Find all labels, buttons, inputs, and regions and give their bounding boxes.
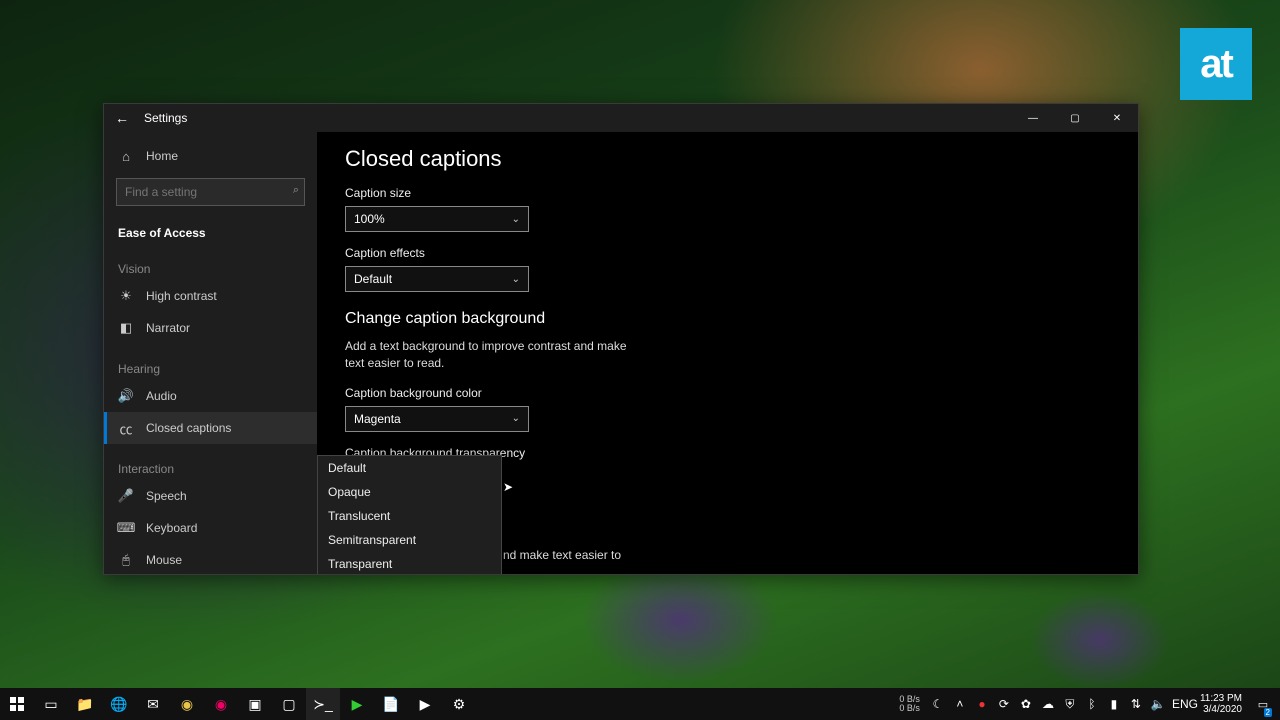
bg-transparency-dropdown[interactable]: Default Opaque Translucent Semitranspare… — [317, 455, 502, 574]
tray-battery-icon[interactable]: ▮ — [1106, 697, 1122, 711]
taskbar-app-generic1[interactable]: ▣ — [238, 688, 272, 720]
sidebar: ⌂ Home ⌕ Ease of Access Vision ☀ High co… — [104, 132, 317, 574]
content-pane: Closed captions Caption size 100% ⌄ Capt… — [317, 132, 1138, 574]
taskbar-app-ide[interactable]: ▶ — [340, 688, 374, 720]
tray-wifi-icon[interactable]: ⇅ — [1128, 697, 1144, 711]
system-tray: 0 B/s0 B/s ☾ ˄ ● ⟳ ✿ ☁ ⛨ ᛒ ▮ ⇅ 🔈 ENG 11:… — [891, 690, 1280, 718]
settings-window: ← Settings — ▢ ✕ ⌂ Home ⌕ Ease of Access… — [103, 103, 1139, 575]
network-stats[interactable]: 0 B/s0 B/s — [899, 695, 924, 713]
taskbar-clock[interactable]: 11:23 PM3/4/2020 — [1194, 693, 1248, 715]
window-controls: — ▢ ✕ — [1012, 104, 1138, 132]
narrator-icon: ◧ — [118, 320, 134, 336]
tray-app-icon[interactable]: ✿ — [1018, 697, 1034, 711]
sidebar-item-label: Audio — [146, 389, 177, 403]
bg-color-value: Magenta — [354, 412, 401, 426]
sidebar-item-keyboard[interactable]: ⌨ Keyboard — [104, 512, 317, 544]
sidebar-item-label: Mouse — [146, 553, 182, 567]
chevron-down-icon: ⌄ — [512, 214, 520, 225]
speech-icon: 🎤 — [118, 488, 134, 504]
tray-cloud-icon[interactable]: ☁ — [1040, 697, 1056, 711]
taskbar-app-settings[interactable]: ⚙ — [442, 688, 476, 720]
cc-icon: ㏄ — [118, 419, 134, 438]
sidebar-item-label: Narrator — [146, 321, 190, 335]
taskbar-app-edge[interactable]: 🌐 — [102, 688, 136, 720]
chevron-down-icon: ⌄ — [512, 274, 520, 285]
page-title: Closed captions — [345, 146, 1110, 172]
sidebar-item-label: High contrast — [146, 289, 217, 303]
bg-color-label: Caption background color — [345, 386, 1110, 400]
close-button[interactable]: ✕ — [1096, 104, 1138, 132]
brand-logo: at — [1180, 28, 1252, 100]
sidebar-group-interaction: Interaction — [104, 452, 317, 480]
search-input[interactable] — [116, 178, 305, 206]
sidebar-item-narrator[interactable]: ◧ Narrator — [104, 312, 317, 344]
taskbar-app-explorer[interactable]: 📁 — [68, 688, 102, 720]
obscured-text: nd make text easier to — [503, 548, 621, 562]
dropdown-option-translucent[interactable]: Translucent — [318, 504, 501, 528]
sidebar-item-high-contrast[interactable]: ☀ High contrast — [104, 280, 317, 312]
task-view-button[interactable]: ▭ — [34, 688, 68, 720]
tray-language[interactable]: ENG — [1172, 697, 1188, 711]
taskbar: ▭ 📁 🌐 ✉ ◉ ◉ ▣ ▢ ≻_ ▶ 📄 ▶ ⚙ 0 B/s0 B/s ☾ … — [0, 688, 1280, 720]
tray-bluetooth-icon[interactable]: ᛒ — [1084, 697, 1100, 711]
windows-icon — [10, 697, 24, 711]
caption-size-select[interactable]: 100% ⌄ — [345, 206, 529, 232]
taskbar-app-media[interactable]: ▶ — [408, 688, 442, 720]
dropdown-option-semitransparent[interactable]: Semitransparent — [318, 528, 501, 552]
audio-icon: 🔊 — [118, 388, 134, 404]
tray-volume-icon[interactable]: 🔈 — [1150, 697, 1166, 711]
taskbar-app-firefox[interactable]: ◉ — [204, 688, 238, 720]
sidebar-group-hearing: Hearing — [104, 352, 317, 380]
caption-effects-select[interactable]: Default ⌄ — [345, 266, 529, 292]
contrast-icon: ☀ — [118, 288, 134, 304]
section-desc-bg: Add a text background to improve contras… — [345, 338, 645, 372]
tray-record-icon[interactable]: ● — [974, 697, 990, 711]
back-button[interactable]: ← — [104, 110, 140, 126]
chevron-down-icon: ⌄ — [512, 413, 520, 424]
dropdown-option-opaque[interactable]: Opaque — [318, 480, 501, 504]
sidebar-home[interactable]: ⌂ Home — [104, 140, 317, 172]
dropdown-option-transparent[interactable]: Transparent — [318, 552, 501, 574]
taskbar-app-terminal[interactable]: ≻_ — [306, 688, 340, 720]
caption-size-value: 100% — [354, 212, 385, 226]
minimize-button[interactable]: — — [1012, 104, 1054, 132]
start-button[interactable] — [0, 688, 34, 720]
sidebar-item-label: Closed captions — [146, 421, 231, 435]
sidebar-category[interactable]: Ease of Access — [104, 216, 317, 244]
caption-size-label: Caption size — [345, 186, 1110, 200]
keyboard-icon: ⌨ — [118, 520, 134, 536]
home-icon: ⌂ — [118, 149, 134, 164]
sidebar-item-mouse[interactable]: 🖰 Mouse — [104, 544, 317, 574]
maximize-button[interactable]: ▢ — [1054, 104, 1096, 132]
taskbar-app-chrome[interactable]: ◉ — [170, 688, 204, 720]
caption-effects-label: Caption effects — [345, 246, 1110, 260]
cursor-icon: ➤ — [503, 480, 513, 494]
mouse-icon: 🖰 — [118, 552, 134, 568]
sidebar-item-audio[interactable]: 🔊 Audio — [104, 380, 317, 412]
sidebar-item-closed-captions[interactable]: ㏄ Closed captions — [104, 412, 317, 444]
titlebar: ← Settings — ▢ ✕ — [104, 104, 1138, 132]
sidebar-home-label: Home — [146, 149, 178, 163]
notifications-button[interactable]: ▭ — [1254, 690, 1272, 718]
tray-moon-icon[interactable]: ☾ — [930, 697, 946, 711]
caption-effects-value: Default — [354, 272, 392, 286]
tray-security-icon[interactable]: ⛨ — [1062, 697, 1078, 712]
sidebar-item-label: Speech — [146, 489, 187, 503]
taskbar-app-email[interactable]: ✉ — [136, 688, 170, 720]
sidebar-item-speech[interactable]: 🎤 Speech — [104, 480, 317, 512]
tray-overflow-icon[interactable]: ˄ — [952, 697, 968, 711]
bg-color-select[interactable]: Magenta ⌄ — [345, 406, 529, 432]
dropdown-option-default[interactable]: Default — [318, 456, 501, 480]
section-title-bg: Change caption background — [345, 310, 1110, 328]
search-container: ⌕ — [104, 172, 317, 216]
taskbar-app-generic2[interactable]: ▢ — [272, 688, 306, 720]
taskbar-app-notes[interactable]: 📄 — [374, 688, 408, 720]
sidebar-item-label: Keyboard — [146, 521, 197, 535]
tray-sync-icon[interactable]: ⟳ — [996, 697, 1012, 711]
sidebar-group-vision: Vision — [104, 252, 317, 280]
window-title: Settings — [144, 111, 187, 125]
